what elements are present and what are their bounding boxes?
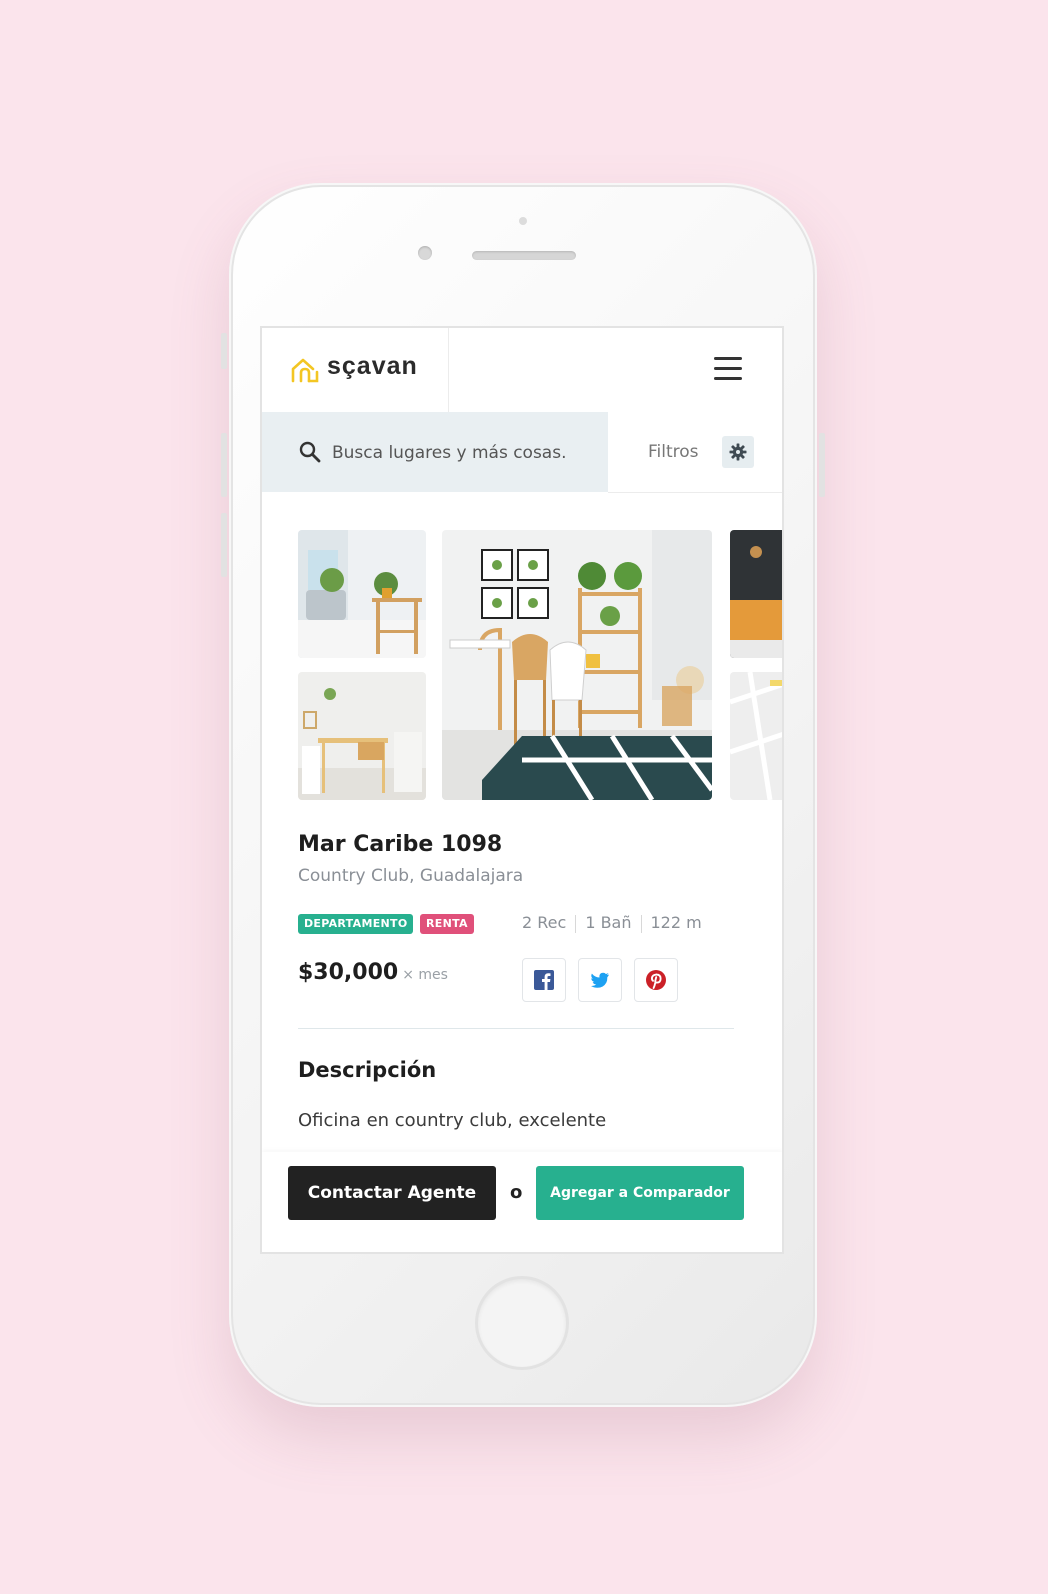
app-header: sçavan: [262, 328, 782, 413]
or-separator: o: [510, 1182, 523, 1203]
twitter-icon: [591, 972, 609, 988]
gear-button[interactable]: [722, 436, 754, 468]
gear-icon: [729, 443, 747, 461]
section-divider: [298, 1028, 734, 1029]
property-price: $30,000 × mes: [298, 960, 448, 985]
price-amount: $30,000: [298, 960, 399, 985]
add-to-comparator-button[interactable]: Agregar a Comparador: [536, 1166, 744, 1220]
property-specs: 2 Rec 1 Bañ 122 m: [522, 913, 702, 933]
description-heading: Descripción: [298, 1058, 437, 1082]
share-pinterest-button[interactable]: [634, 958, 678, 1002]
area-size: 122 m: [650, 913, 702, 932]
header-divider: [448, 328, 449, 412]
action-footer: Contactar Agente o Agregar a Comparador: [262, 1152, 782, 1252]
gallery-thumbnail[interactable]: [298, 672, 426, 800]
home-button[interactable]: [478, 1279, 566, 1367]
gallery-main-photo[interactable]: [442, 530, 712, 800]
search-bar: [262, 412, 608, 492]
facebook-icon: [534, 970, 554, 990]
search-icon: [299, 441, 321, 463]
logo-wordmark[interactable]: sçavan: [327, 352, 418, 381]
baths-count: 1 Bañ: [585, 913, 632, 932]
mute-switch: [221, 333, 227, 369]
search-input[interactable]: [330, 438, 604, 468]
filters-label: Filtros: [648, 442, 699, 462]
property-location: Country Club, Guadalajara: [298, 866, 524, 886]
description-text: Oficina en country club, excelente: [298, 1110, 607, 1131]
property-title: Mar Caribe 1098: [298, 832, 503, 857]
front-camera: [418, 246, 432, 260]
gallery-thumbnail[interactable]: [298, 530, 426, 658]
app-screen: sçavan Filtros: [262, 328, 782, 1252]
price-unit: × mes: [402, 967, 448, 983]
share-facebook-button[interactable]: [522, 958, 566, 1002]
proximity-sensor: [519, 217, 527, 225]
hamburger-menu-icon[interactable]: [714, 356, 744, 382]
rent-badge: RENTA: [420, 914, 474, 934]
power-button: [819, 433, 825, 497]
volume-down-button: [221, 513, 227, 577]
property-type-badge: DEPARTAMENTO: [298, 914, 414, 934]
house-logo-icon: [291, 358, 319, 383]
filters-button[interactable]: Filtros: [608, 412, 782, 493]
share-twitter-button[interactable]: [578, 958, 622, 1002]
pinterest-icon: [646, 970, 666, 990]
contact-agent-button[interactable]: Contactar Agente: [288, 1166, 496, 1220]
gallery-thumbnail[interactable]: [730, 530, 782, 658]
volume-up-button: [221, 433, 227, 497]
gallery-map-thumbnail[interactable]: [730, 672, 782, 800]
earpiece-speaker: [472, 251, 576, 260]
rooms-count: 2 Rec: [522, 913, 567, 932]
